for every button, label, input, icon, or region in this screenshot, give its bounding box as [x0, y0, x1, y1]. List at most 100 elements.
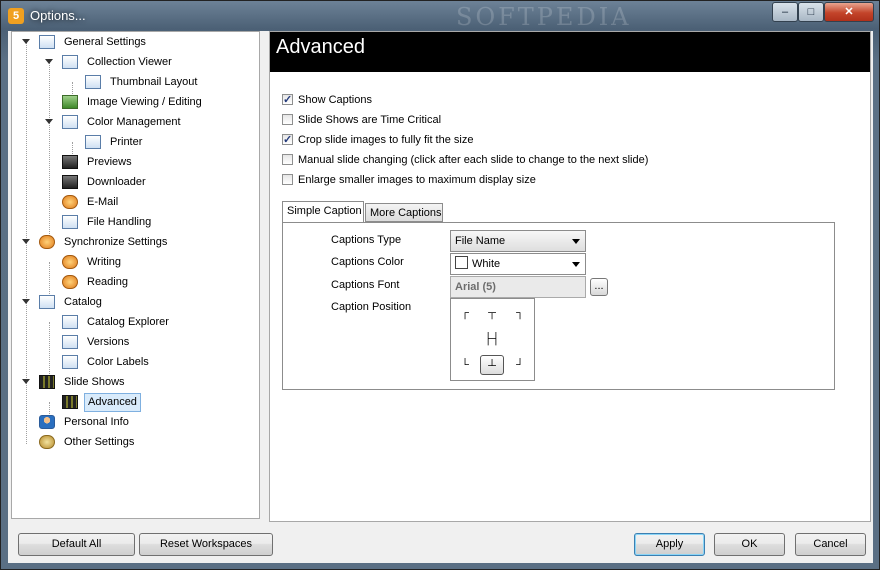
email-icon [62, 195, 78, 209]
camera-icon [62, 175, 78, 189]
position-top-center[interactable]: ┬ [480, 303, 504, 323]
tree-item-label: Writing [87, 256, 122, 268]
sync-icon [62, 255, 78, 269]
tree-item-label: Synchronize Settings [64, 236, 168, 248]
checkbox-label: Show Captions [298, 94, 372, 106]
checkbox-box[interactable] [282, 154, 293, 165]
captions-font-field: Arial (5) [450, 276, 586, 298]
dialog-client: General Settings Collection Viewer Thumb… [8, 31, 873, 563]
simple-caption-panel: Captions Type File Name Captions Color W… [282, 222, 835, 390]
collapse-arrow-icon[interactable] [22, 379, 30, 384]
filmstrip-icon [62, 395, 78, 409]
collapse-arrow-icon[interactable] [45, 119, 53, 124]
tree-item-label: Color Labels [87, 356, 149, 368]
options-window: 5 Options... SOFTPEDIA – □ ✕ General Set… [0, 0, 880, 570]
tree-item-label: Image Viewing / Editing [87, 96, 202, 108]
collapse-arrow-icon[interactable] [22, 239, 30, 244]
captions-color-select[interactable]: White [450, 253, 586, 275]
cancel-button[interactable]: Cancel [795, 533, 866, 556]
collapse-arrow-icon[interactable] [22, 39, 30, 44]
position-top-right[interactable]: ┐ [508, 303, 532, 323]
title-bar[interactable]: 5 Options... SOFTPEDIA – □ ✕ [1, 1, 879, 31]
checkbox-box[interactable] [282, 174, 293, 185]
captions-type-label: Captions Type [331, 234, 402, 246]
tree-item-label: Catalog Explorer [87, 316, 169, 328]
checkbox-label: Enlarge smaller images to maximum displa… [298, 174, 536, 186]
checkbox-label: Crop slide images to fully fit the size [298, 134, 474, 146]
tree-guide-line [49, 322, 50, 382]
tab-simple-caption[interactable]: Simple Caption [282, 201, 364, 223]
captions-font-label: Captions Font [331, 279, 400, 291]
reset-workspaces-button[interactable]: Reset Workspaces [139, 533, 273, 556]
color-swatch [455, 256, 468, 269]
position-bottom-left[interactable]: └ [453, 355, 477, 375]
monitor-color-icon [62, 115, 78, 129]
dropdown-arrow-icon [572, 262, 580, 267]
collapse-arrow-icon[interactable] [45, 59, 53, 64]
dropdown-arrow-icon [572, 239, 580, 244]
collapse-arrow-icon[interactable] [22, 299, 30, 304]
position-bottom-center[interactable]: ┴ [480, 355, 504, 375]
tree-item-label: Printer [110, 136, 143, 148]
gears-icon [39, 435, 55, 449]
pane-header: Advanced [270, 32, 870, 72]
close-button[interactable]: ✕ [824, 2, 874, 22]
tree-item-label: General Settings [64, 36, 146, 48]
tab-more-captions[interactable]: More Captions [365, 203, 443, 222]
tree-item-label: Catalog [64, 296, 102, 308]
tree-item-label: File Handling [87, 216, 152, 228]
ok-button[interactable]: OK [714, 533, 785, 556]
captions-type-value: File Name [455, 235, 506, 247]
settings-pane: Advanced Show Captions Slide Shows are T… [269, 31, 871, 522]
caption-position-grid: ┌ ┬ ┐ ├┤ └ ┴ ┘ [450, 298, 535, 381]
catalog-icon [62, 335, 78, 349]
tree-item-label: Color Management [87, 116, 181, 128]
watermark: SOFTPEDIA [456, 3, 632, 31]
tree-item-label: Collection Viewer [87, 56, 172, 68]
apply-button[interactable]: Apply [634, 533, 705, 556]
position-center[interactable]: ├┤ [480, 329, 504, 349]
default-all-button[interactable]: Default All [18, 533, 135, 556]
window-title: Options... [30, 8, 86, 23]
position-top-left[interactable]: ┌ [453, 303, 477, 323]
monitor-icon [85, 75, 101, 89]
settings-tree[interactable]: General Settings Collection Viewer Thumb… [11, 31, 260, 519]
page-title: Advanced [276, 36, 365, 58]
tree-item-label: Downloader [87, 176, 146, 188]
filmstrip-icon [39, 375, 55, 389]
tree-item-label: Personal Info [64, 416, 129, 428]
previews-icon [62, 155, 78, 169]
catalog-icon [39, 295, 55, 309]
tree-item-label: Reading [87, 276, 128, 288]
settings-window-icon [39, 35, 55, 49]
tree-item-label: Previews [87, 156, 132, 168]
catalog-icon [62, 315, 78, 329]
position-bottom-right[interactable]: ┘ [508, 355, 532, 375]
checkbox-label: Manual slide changing (click after each … [298, 154, 649, 166]
image-icon [62, 95, 78, 109]
checkbox-box[interactable] [282, 92, 293, 108]
maximize-button[interactable]: □ [798, 2, 824, 22]
sync-icon [62, 275, 78, 289]
tree-item-label: Advanced [84, 393, 141, 412]
monitor-icon [85, 135, 101, 149]
monitor-icon [62, 55, 78, 69]
font-browse-button[interactable]: ... [590, 278, 608, 296]
tree-item-label: Thumbnail Layout [110, 76, 198, 88]
captions-color-value: White [472, 258, 501, 270]
user-icon [39, 415, 55, 429]
captions-color-label: Captions Color [331, 256, 404, 268]
tree-item-label: Slide Shows [64, 376, 125, 388]
checkbox-box[interactable] [282, 114, 293, 125]
tree-guide-line [49, 62, 50, 242]
catalog-icon [62, 355, 78, 369]
app-icon: 5 [8, 8, 24, 24]
sync-icon [39, 235, 55, 249]
checkbox-label: Slide Shows are Time Critical [298, 114, 442, 126]
caption-position-label: Caption Position [331, 301, 412, 313]
tree-item-label: Versions [87, 336, 130, 348]
captions-type-select[interactable]: File Name [450, 230, 586, 252]
minimize-button[interactable]: – [772, 2, 798, 22]
file-window-icon [62, 215, 78, 229]
checkbox-box[interactable] [282, 132, 293, 148]
